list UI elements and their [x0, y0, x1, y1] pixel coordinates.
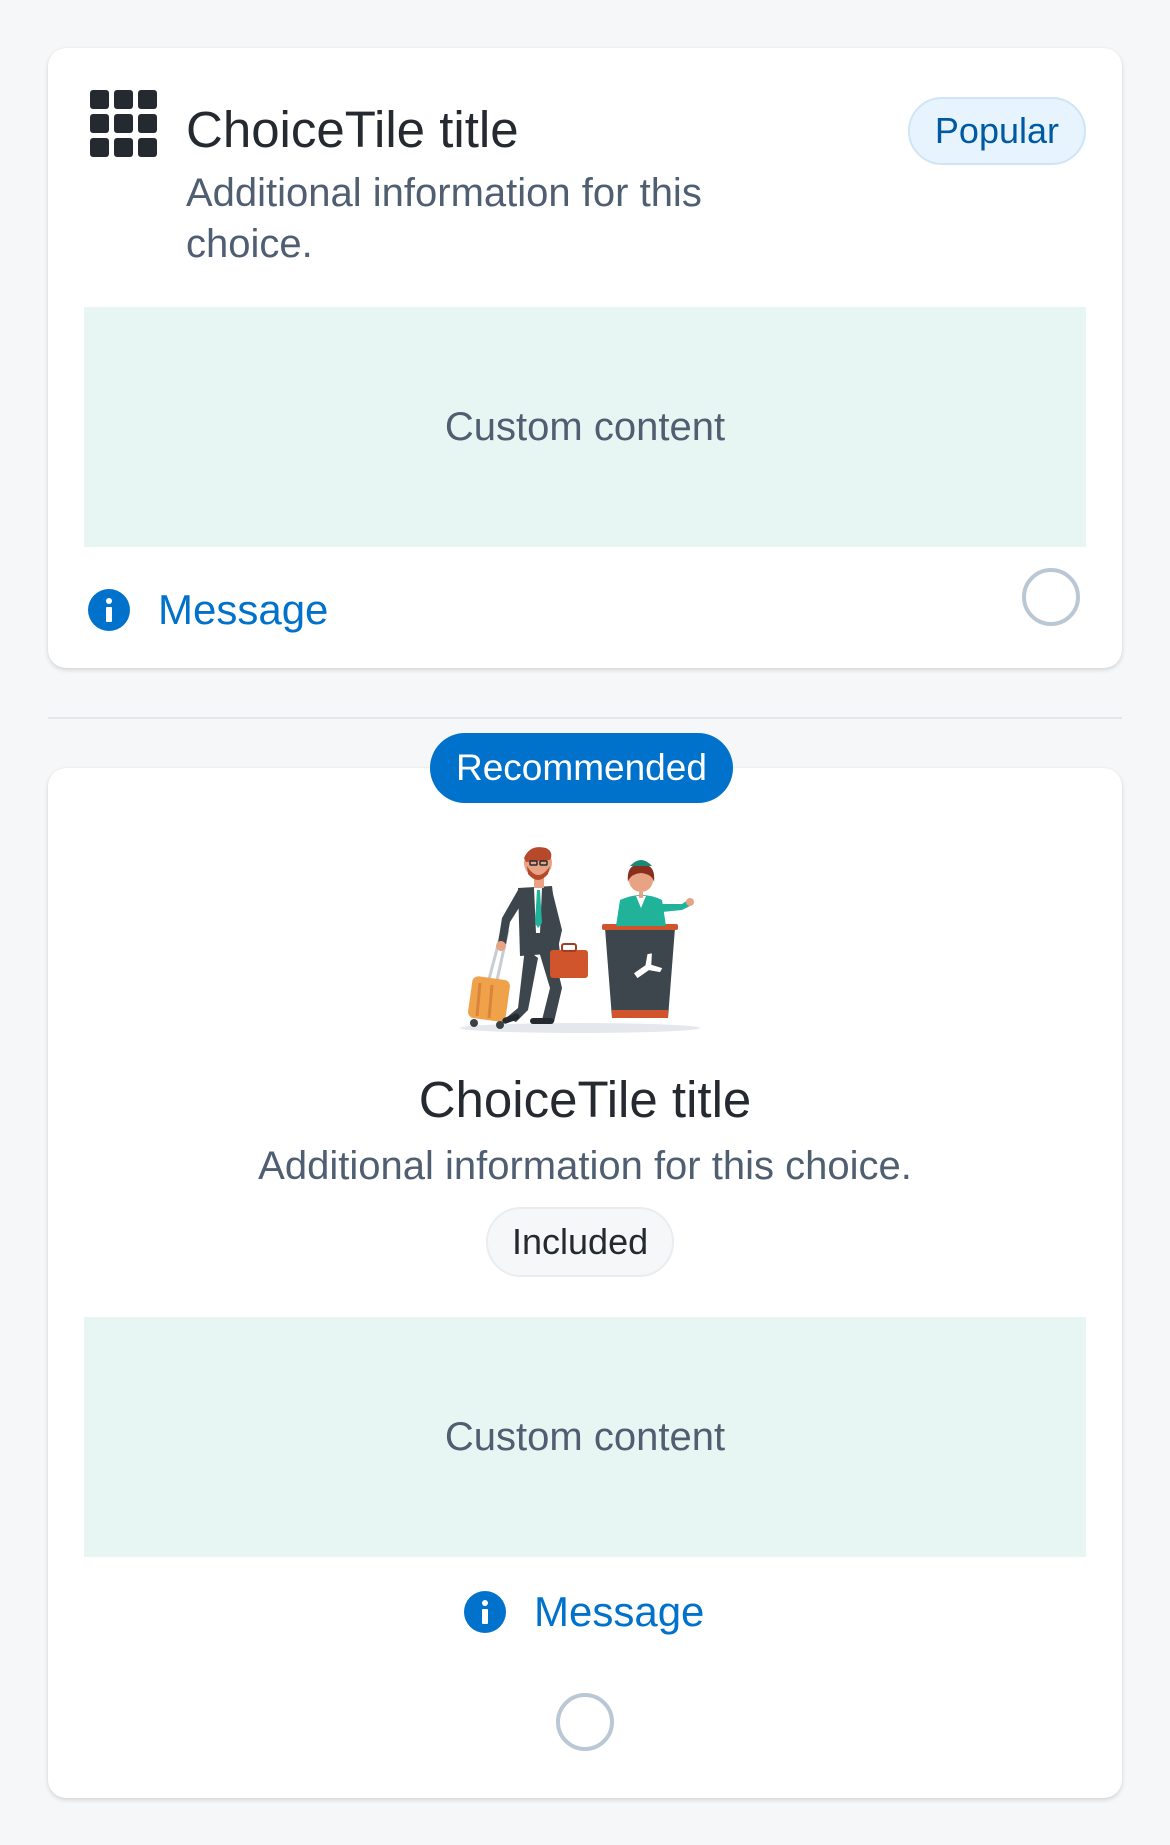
custom-content-area: Custom content — [84, 1317, 1086, 1557]
choice-tile-popular[interactable]: ChoiceTile title Additional information … — [48, 48, 1122, 668]
tile-description: Additional information for this choice. — [258, 1144, 912, 1188]
tile-message: Message — [464, 1588, 704, 1636]
info-icon — [88, 589, 130, 631]
select-radio[interactable] — [556, 1693, 614, 1751]
tile-title: ChoiceTile title — [186, 101, 519, 158]
tile-description: Additional information for this choice. — [186, 171, 702, 266]
included-badge: Included — [486, 1207, 675, 1277]
select-radio[interactable] — [1022, 568, 1080, 626]
separator — [48, 717, 1122, 719]
message-text: Message — [158, 586, 329, 633]
popular-badge: Popular — [907, 97, 1086, 165]
custom-content-label: Custom content — [444, 404, 726, 449]
choice-tile-recommended[interactable]: ChoiceTile title Additional information … — [48, 768, 1122, 1798]
message-text: Message — [534, 1588, 705, 1635]
info-icon — [464, 1591, 506, 1633]
custom-content-area: Custom content — [84, 307, 1086, 547]
grid-icon — [90, 90, 157, 157]
airport-check-in-illustration — [460, 847, 700, 1033]
recommended-badge: Recommended — [430, 733, 733, 803]
tile-title: ChoiceTile title — [418, 1071, 752, 1128]
tile-message: Message — [88, 586, 328, 634]
custom-content-label: Custom content — [444, 1414, 726, 1459]
